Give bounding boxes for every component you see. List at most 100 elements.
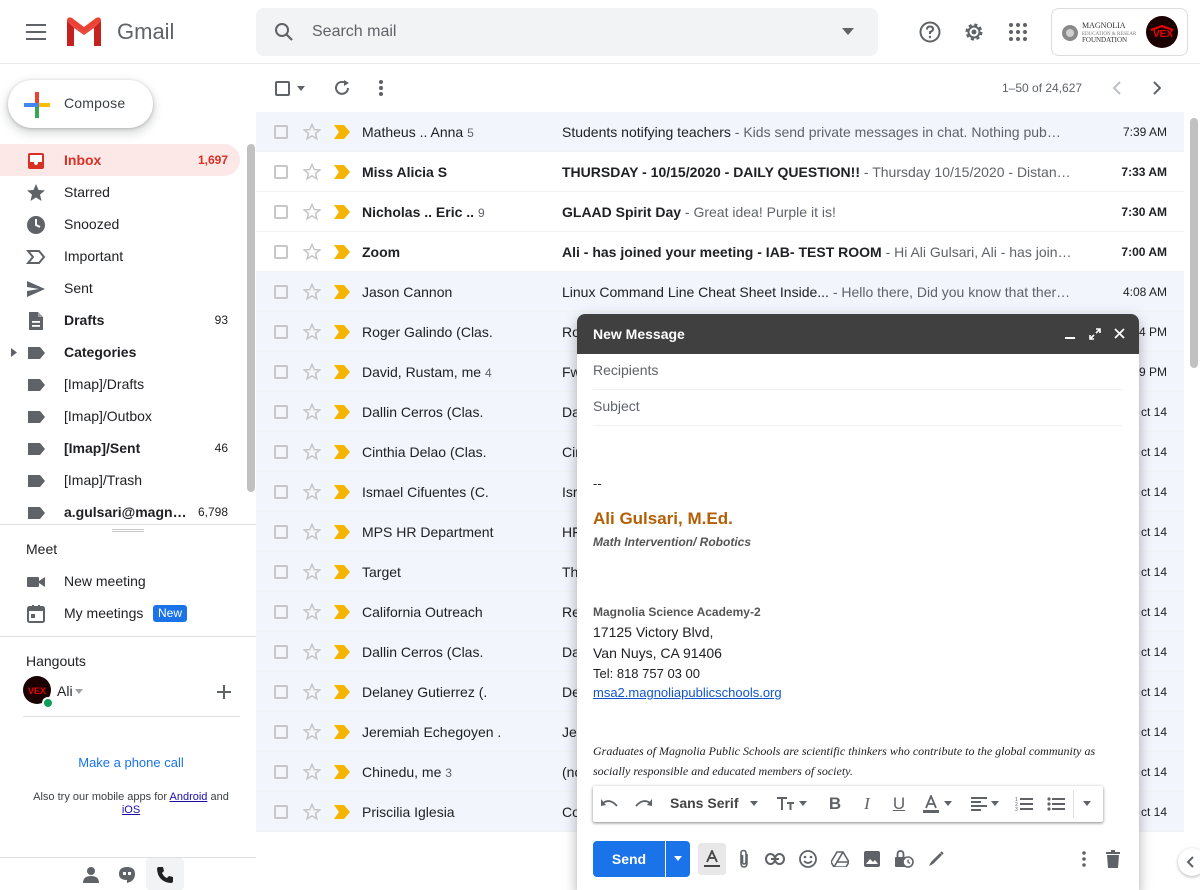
subject-input[interactable]: [593, 398, 1093, 414]
insert-emoji-icon[interactable]: [798, 849, 818, 869]
importance-marker-icon[interactable]: [334, 565, 350, 579]
star-icon[interactable]: [303, 283, 321, 301]
recipients-field[interactable]: [593, 354, 1123, 390]
compose-button[interactable]: Compose: [8, 80, 153, 128]
my-meetings-link[interactable]: My meetings New: [0, 597, 240, 629]
row-checkbox[interactable]: [274, 725, 288, 739]
importance-marker-icon[interactable]: [334, 485, 350, 499]
email-row[interactable]: Nicholas .. Eric .. 9 GLAAD Spirit Day - …: [256, 192, 1184, 232]
importance-marker-icon[interactable]: [334, 325, 350, 339]
search-icon[interactable]: [274, 22, 294, 42]
redo-icon[interactable]: [633, 794, 653, 814]
sidebar-item-drafts[interactable]: Drafts 93: [0, 304, 240, 336]
row-checkbox[interactable]: [274, 685, 288, 699]
importance-marker-icon[interactable]: [334, 765, 350, 779]
close-icon[interactable]: [1114, 328, 1125, 339]
account-avatar[interactable]: VEX: [1146, 16, 1178, 48]
schedule-send-button[interactable]: [666, 841, 690, 877]
email-row[interactable]: Zoom Ali - has joined your meeting - IAB…: [256, 232, 1184, 272]
row-checkbox[interactable]: [274, 245, 288, 259]
hangouts-user-name[interactable]: Ali: [57, 683, 73, 699]
star-icon[interactable]: [303, 323, 321, 341]
status-dropdown-icon[interactable]: [75, 689, 83, 694]
star-icon[interactable]: [303, 723, 321, 741]
row-checkbox[interactable]: [274, 485, 288, 499]
text-color-icon[interactable]: [921, 794, 941, 814]
search-bar[interactable]: [256, 8, 878, 56]
main-scrollbar[interactable]: [1190, 118, 1198, 368]
star-icon[interactable]: [303, 203, 321, 221]
subject-field[interactable]: [593, 390, 1123, 426]
undo-icon[interactable]: [600, 794, 620, 814]
minimize-icon[interactable]: [1065, 337, 1075, 339]
importance-marker-icon[interactable]: [334, 645, 350, 659]
star-icon[interactable]: [303, 603, 321, 621]
star-icon[interactable]: [303, 243, 321, 261]
new-meeting-link[interactable]: New meeting: [0, 565, 240, 597]
more-formatting-dropdown-icon[interactable]: [1083, 801, 1091, 806]
email-row[interactable]: Miss Alicia S THURSDAY - 10/15/2020 - DA…: [256, 152, 1184, 192]
sidebar-item-important[interactable]: Important: [0, 240, 240, 272]
sidebar-resize-handle[interactable]: [112, 529, 144, 532]
send-button[interactable]: Send: [593, 841, 665, 877]
sidebar-item-imap-drafts[interactable]: [Imap]/Drafts: [0, 368, 240, 400]
sidebar-item-starred[interactable]: Starred: [0, 176, 240, 208]
star-icon[interactable]: [303, 123, 321, 141]
row-checkbox[interactable]: [274, 405, 288, 419]
row-checkbox[interactable]: [274, 445, 288, 459]
bold-icon[interactable]: B: [825, 794, 845, 814]
recipients-input[interactable]: [593, 362, 1093, 378]
importance-marker-icon[interactable]: [334, 285, 350, 299]
row-checkbox[interactable]: [274, 525, 288, 539]
underline-icon[interactable]: U: [889, 794, 909, 814]
signature-website-link[interactable]: msa2.magnoliapublicschools.org: [593, 685, 782, 700]
gmail-logo-icon[interactable]: [64, 16, 104, 46]
size-dropdown-icon[interactable]: [799, 801, 807, 806]
sidebar-item-inbox[interactable]: Inbox 1,697: [0, 144, 240, 176]
confidential-mode-icon[interactable]: [894, 849, 914, 869]
refresh-icon[interactable]: [333, 79, 351, 97]
star-icon[interactable]: [303, 643, 321, 661]
expand-arrow-icon[interactable]: [11, 348, 17, 357]
star-icon[interactable]: [303, 563, 321, 581]
sidebar-item-imap-sent[interactable]: [Imap]/Sent 46: [0, 432, 240, 464]
star-icon[interactable]: [303, 163, 321, 181]
account-switcher[interactable]: MAGNOLIA EDUCATION & RESEARCH FOUNDATION…: [1051, 8, 1188, 56]
row-checkbox[interactable]: [274, 365, 288, 379]
row-checkbox[interactable]: [274, 205, 288, 219]
importance-marker-icon[interactable]: [334, 405, 350, 419]
importance-marker-icon[interactable]: [334, 205, 350, 219]
insert-signature-icon[interactable]: [926, 849, 946, 869]
font-family-select[interactable]: Sans Serif: [670, 795, 738, 811]
full-screen-icon[interactable]: [1089, 328, 1101, 340]
star-icon[interactable]: [303, 683, 321, 701]
insert-photo-icon[interactable]: [862, 849, 882, 869]
search-input[interactable]: [312, 21, 792, 43]
formatting-options-button[interactable]: [698, 843, 726, 875]
star-icon[interactable]: [303, 443, 321, 461]
importance-marker-icon[interactable]: [334, 725, 350, 739]
star-icon[interactable]: [303, 483, 321, 501]
row-checkbox[interactable]: [274, 285, 288, 299]
android-link[interactable]: Android: [170, 791, 208, 803]
importance-marker-icon[interactable]: [334, 605, 350, 619]
numbered-list-icon[interactable]: 123: [1014, 794, 1034, 814]
row-checkbox[interactable]: [274, 805, 288, 819]
attach-files-icon[interactable]: [734, 849, 754, 869]
side-panel-toggle[interactable]: [1178, 848, 1200, 876]
newer-chevron-left-icon[interactable]: [1113, 81, 1121, 95]
row-checkbox[interactable]: [274, 765, 288, 779]
email-row[interactable]: Matheus .. Anna 5 Students notifying teac…: [256, 112, 1184, 152]
bulleted-list-icon[interactable]: [1046, 794, 1066, 814]
main-menu-button[interactable]: [16, 12, 56, 52]
email-row[interactable]: Jason Cannon Linux Command Line Cheat Sh…: [256, 272, 1184, 312]
align-dropdown-icon[interactable]: [991, 801, 999, 806]
row-checkbox[interactable]: [274, 125, 288, 139]
sidebar-item-imap-trash[interactable]: [Imap]/Trash: [0, 464, 240, 496]
row-checkbox[interactable]: [274, 605, 288, 619]
support-button[interactable]: [910, 12, 950, 52]
importance-marker-icon[interactable]: [334, 685, 350, 699]
font-dropdown-icon[interactable]: [750, 801, 758, 806]
compose-header[interactable]: New Message: [577, 314, 1139, 354]
color-dropdown-icon[interactable]: [944, 801, 952, 806]
